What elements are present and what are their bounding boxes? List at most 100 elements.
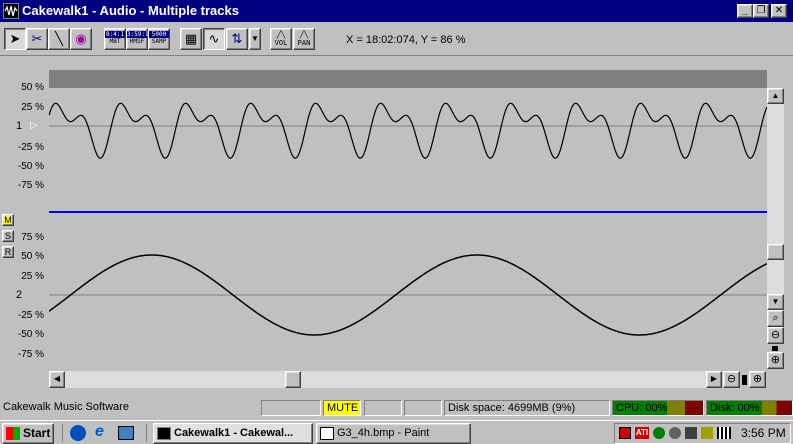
taskbar-separator-2 xyxy=(146,424,147,442)
tray-icon-3[interactable] xyxy=(653,427,665,439)
tray-icon-5[interactable] xyxy=(685,427,697,439)
up-down-arrows-icon: ⇅ xyxy=(231,31,243,46)
vertical-zoom-out-button[interactable]: ⊖ xyxy=(767,327,784,344)
track2-label-minus75: -75 % xyxy=(17,349,44,360)
vertical-scrollbar[interactable]: ▲ ▼ xyxy=(767,88,784,310)
wave-icon: ∿ xyxy=(208,31,220,46)
arrow-down-icon: ▼ xyxy=(771,297,780,306)
arrow-left-icon: ◀ xyxy=(53,374,61,383)
clock[interactable]: 3:56 PM xyxy=(741,426,786,440)
horizontal-scroll-thumb[interactable] xyxy=(285,371,301,388)
horizontal-zoom-out-button[interactable]: ⊖ xyxy=(723,371,740,388)
taskbar: Start e Cakewalk1 - Cakewal... G3_4h.bmp… xyxy=(0,420,793,444)
ati-tray-icon[interactable]: ATI xyxy=(635,427,649,439)
close-button[interactable]: ✕ xyxy=(771,4,787,18)
track2-label-25: 25 % xyxy=(21,271,44,282)
vertical-scroll-thumb[interactable] xyxy=(767,244,784,260)
tray-icon-6[interactable] xyxy=(701,427,713,439)
arrow-up-icon: ▲ xyxy=(771,91,780,100)
samples-format-button[interactable]: 5000 SAMP xyxy=(148,28,170,50)
envelope-icon: ╱╲ xyxy=(299,31,309,39)
play-marker-icon: ▷ xyxy=(30,120,38,131)
vol-label: VOL xyxy=(274,39,288,47)
volume-envelope-button[interactable]: ╱╲ VOL xyxy=(270,28,292,50)
line-icon: ╲ xyxy=(55,31,63,46)
mute-button[interactable]: M xyxy=(2,214,14,226)
envelope-icon: ╱╲ xyxy=(276,31,286,39)
window-title: Cakewalk1 - Audio - Multiple tracks xyxy=(22,3,239,18)
toolbar: ➤ ✂ ╲ ◉ 8:4:1 MBT 3:59:1 HMSF 5000 SAMP … xyxy=(0,22,793,54)
zoom-level-indicator xyxy=(772,346,778,351)
waveform-area[interactable] xyxy=(49,88,767,371)
horizontal-zoom-in-button[interactable]: ⊕ xyxy=(749,371,766,388)
zoom-out-icon: ⊖ xyxy=(770,329,781,341)
dropdown-button[interactable]: ▼ xyxy=(249,28,261,50)
audio-scrub-button[interactable]: ◉ xyxy=(70,28,92,50)
zoom-in-icon: ⊕ xyxy=(770,354,781,366)
arrow-cursor-icon: ➤ xyxy=(9,31,21,46)
vertical-zoom-in-plus-button[interactable]: ⊕ xyxy=(767,352,784,369)
outlook-express-icon[interactable] xyxy=(70,425,86,441)
tray-icon-4[interactable] xyxy=(669,427,681,439)
status-bar: Cakewalk Music Software MUTE Disk space:… xyxy=(0,398,793,418)
samp-label: SAMP xyxy=(151,38,167,45)
mbt-format-button[interactable]: 8:4:1 MBT xyxy=(104,28,126,50)
task-cakewalk[interactable]: Cakewalk1 - Cakewal... xyxy=(153,423,313,444)
scroll-left-button[interactable]: ◀ xyxy=(49,371,65,388)
status-panel-empty xyxy=(261,400,321,416)
track1-label-25: 25 % xyxy=(21,102,44,113)
track1-number: 1 xyxy=(16,120,23,132)
divider xyxy=(0,55,793,56)
hmsf-label: HMSF xyxy=(129,38,145,45)
track2-label-minus25: -25 % xyxy=(17,310,44,321)
up-down-button[interactable]: ⇅ xyxy=(226,28,248,50)
title-bar[interactable]: Cakewalk1 - Audio - Multiple tracks _ ❐ … xyxy=(0,0,793,22)
task-paint-label: G3_4h.bmp - Paint xyxy=(337,427,430,439)
paint-task-icon xyxy=(320,427,334,440)
disk-meter: Disk: 00% xyxy=(706,400,793,416)
grid-button[interactable]: ▦ xyxy=(180,28,202,50)
windows-logo-icon xyxy=(6,427,20,440)
track1-label-minus25: -25 % xyxy=(17,142,44,153)
desktop-icon[interactable] xyxy=(118,426,134,440)
scissors-icon: ✂ xyxy=(31,31,43,46)
task-cakewalk-label: Cakewalk1 - Cakewal... xyxy=(174,427,294,439)
vertical-zoom-in-button[interactable]: ⌕ xyxy=(767,310,784,327)
pan-envelope-button[interactable]: ╱╲ PAN xyxy=(293,28,315,50)
task-paint[interactable]: G3_4h.bmp - Paint xyxy=(316,423,471,444)
zoom-in-icon: ⊕ xyxy=(752,373,763,385)
zoom-out-icon: ⊖ xyxy=(726,373,737,385)
line-tool-button[interactable]: ╲ xyxy=(48,28,70,50)
restore-button[interactable]: ❐ xyxy=(753,4,769,18)
status-disk-space: Disk space: 4699MB (9%) xyxy=(444,400,610,416)
scroll-down-button[interactable]: ▼ xyxy=(767,294,784,310)
track2-label-minus50: -50 % xyxy=(17,329,44,340)
taskbar-separator xyxy=(62,424,63,442)
magnifier-icon: ⌕ xyxy=(772,312,779,324)
samp-value: 5000 xyxy=(149,31,169,38)
track2-label-75: 75 % xyxy=(21,232,44,243)
grid-icon: ▦ xyxy=(184,31,198,46)
scissors-tool-button[interactable]: ✂ xyxy=(26,28,48,50)
mbt-value: 8:4:1 xyxy=(105,31,125,38)
start-button[interactable]: Start xyxy=(2,423,54,444)
time-ruler[interactable] xyxy=(49,70,767,88)
cakewalk-task-icon xyxy=(157,427,171,440)
scroll-right-button[interactable]: ▶ xyxy=(706,371,722,388)
tray-icon-1[interactable] xyxy=(619,427,631,439)
track1-label-minus75: -75 % xyxy=(17,180,44,191)
internet-explorer-icon[interactable]: e xyxy=(95,423,104,441)
snap-wave-button[interactable]: ∿ xyxy=(203,28,225,50)
hmsf-format-button[interactable]: 3:59:1 HMSF xyxy=(126,28,149,50)
mbt-label: MBT xyxy=(109,38,121,45)
keyboard-tray-icon[interactable] xyxy=(717,427,731,439)
track1-label-minus50: -50 % xyxy=(17,161,44,172)
track2-number: 2 xyxy=(16,289,23,301)
scroll-up-button[interactable]: ▲ xyxy=(767,88,784,104)
horizontal-scrollbar[interactable]: ◀ ▶ xyxy=(49,371,722,388)
status-panel-blank xyxy=(364,400,402,416)
select-tool-button[interactable]: ➤ xyxy=(4,28,26,50)
minimize-button[interactable]: _ xyxy=(737,4,753,18)
cakewalk-app-icon[interactable] xyxy=(3,3,19,19)
arrow-right-icon: ▶ xyxy=(710,374,718,383)
